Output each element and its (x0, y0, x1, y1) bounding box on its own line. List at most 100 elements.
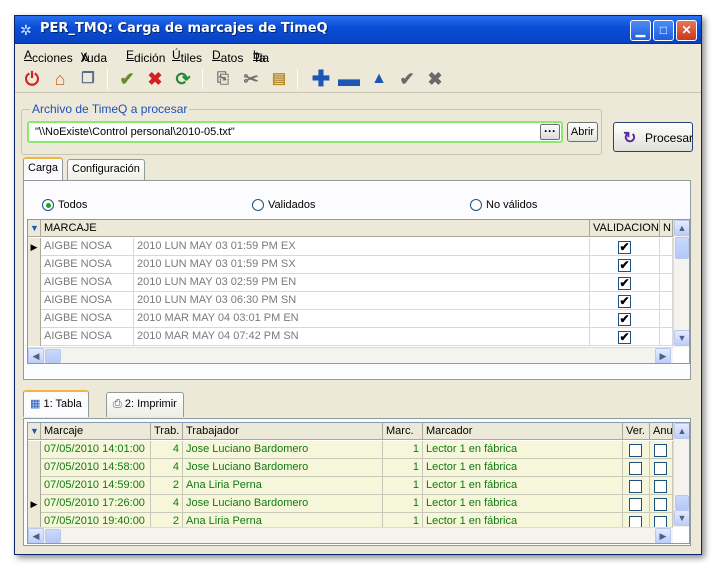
header-trab[interactable]: Trab. (151, 423, 183, 440)
row-indicator[interactable] (28, 477, 41, 495)
sort-indicator-icon[interactable]: ▼ (28, 423, 41, 440)
header-ver[interactable]: Ver. (623, 423, 650, 440)
menu-datos[interactable]: Datos (212, 48, 243, 65)
row-indicator[interactable] (28, 292, 41, 310)
procesar-button[interactable]: ↻ Procesar (613, 122, 693, 152)
cancel-icon[interactable]: ✖ (423, 67, 447, 91)
scroll-up-icon[interactable]: ▲ (674, 220, 689, 236)
printer-icon: ⎙ (113, 398, 122, 410)
validacion-checkbox[interactable]: ✔ (618, 331, 631, 344)
grid2-horizontal-scrollbar[interactable]: ◀ ▶ (28, 527, 673, 543)
table-row[interactable]: 07/05/2010 14:01:00 4 Jose Luciano Bardome… (28, 441, 673, 459)
hscroll-thumb[interactable] (45, 529, 61, 543)
table-row[interactable]: 07/05/2010 14:59:00 2 Ana Liria Perna 1 Lect… (28, 477, 673, 495)
minimize-button[interactable]: ▁ (630, 20, 651, 41)
header-marcaje2[interactable]: Marcaje (41, 423, 151, 440)
scroll-up-icon[interactable]: ▲ (674, 423, 689, 439)
table-row[interactable]: ▶ AIGBE NOSA 2010 LUN MAY 03 01:59 PM EX ✔ (28, 238, 673, 256)
tab-configuracion[interactable]: Configuración (67, 159, 145, 181)
validacion-checkbox[interactable]: ✔ (618, 277, 631, 290)
header-marcador[interactable]: Marcador (423, 423, 623, 440)
radio-validados[interactable]: Validados (252, 199, 316, 211)
anu-checkbox[interactable] (654, 480, 667, 493)
maximize-button[interactable]: □ (653, 20, 674, 41)
carga-panel: Todos Validados No válidos ▼ MARCAJE VAL… (23, 180, 691, 380)
scroll-left-icon[interactable]: ◀ (28, 348, 44, 363)
menu-ayuda[interactable]: Ay uda (81, 48, 107, 65)
menu-edicion[interactable]: Edición (126, 48, 165, 65)
grid2-vertical-scrollbar[interactable]: ▲ ▼ (673, 423, 689, 527)
add-icon[interactable]: ✚ (309, 67, 333, 91)
scroll-left-icon[interactable]: ◀ (28, 528, 44, 543)
tab-imprimir[interactable]: ⎙ 2: Imprimir (106, 392, 184, 417)
up-icon[interactable]: ▲ (367, 67, 391, 91)
row-indicator[interactable] (28, 459, 41, 477)
anu-checkbox[interactable] (654, 462, 667, 475)
table-row[interactable]: 07/05/2010 14:58:00 4 Jose Luciano Bardome… (28, 459, 673, 477)
grid1-vertical-scrollbar[interactable]: ▲ ▼ (673, 220, 689, 347)
sort-indicator-icon[interactable]: ▼ (28, 220, 41, 237)
menu-utiles[interactable]: Útiles (172, 48, 202, 65)
validacion-checkbox[interactable]: ✔ (618, 241, 631, 254)
grid1-horizontal-scrollbar[interactable]: ◀ ▶ (28, 347, 673, 363)
ver-checkbox[interactable] (629, 444, 642, 457)
menu-acciones[interactable]: Acciones (24, 48, 73, 65)
paste-icon[interactable]: ▤ (267, 67, 291, 91)
home-icon[interactable]: ⌂ (48, 67, 72, 91)
title-bar[interactable]: ✲ PER_TMQ: Carga de marcajes de TimeQ ▁ … (15, 16, 701, 44)
ver-checkbox[interactable] (629, 480, 642, 493)
abrir-button[interactable]: Abrir (567, 122, 598, 142)
row-indicator[interactable] (28, 274, 41, 292)
file-path-input[interactable]: "\\NoExiste\Control personal\2010-05.txt… (27, 121, 563, 143)
table-row[interactable]: AIGBE NOSA 2010 MAR MAY 04 07:42 PM SN ✔ (28, 328, 673, 346)
scroll-thumb[interactable] (675, 495, 689, 510)
radio-no-validos[interactable]: No válidos (470, 199, 537, 211)
cut-icon[interactable]: ✂ (239, 67, 263, 91)
header-trabajador[interactable]: Trabajador (183, 423, 383, 440)
header-anu[interactable]: Anu (650, 423, 673, 440)
row-indicator[interactable] (28, 328, 41, 346)
header-marcaje[interactable]: MARCAJE (41, 220, 590, 237)
scroll-thumb[interactable] (675, 237, 689, 259)
header-marc[interactable]: Marc. (383, 423, 423, 440)
menu-tabla[interactable]: Ta b la (253, 48, 269, 65)
header-n[interactable]: N (660, 220, 673, 237)
table-row[interactable]: ▶ 07/05/2010 17:26:00 4 Jose Luciano Bardom… (28, 495, 673, 513)
scroll-right-icon[interactable]: ▶ (655, 348, 671, 363)
table-row[interactable]: AIGBE NOSA 2010 MAR MAY 04 03:01 PM EN ✔ (28, 310, 673, 328)
row-indicator[interactable] (28, 256, 41, 274)
refresh-icon[interactable]: ⟳ (171, 67, 195, 91)
accept-icon[interactable]: ✔ (395, 67, 419, 91)
validacion-checkbox[interactable]: ✔ (618, 295, 631, 308)
reject-all-icon[interactable]: ✖ (143, 67, 167, 91)
table-row[interactable]: AIGBE NOSA 2010 LUN MAY 03 02:59 PM EN ✔ (28, 274, 673, 292)
radio-todos[interactable]: Todos (42, 199, 87, 211)
validacion-checkbox[interactable]: ✔ (618, 259, 631, 272)
tab-carga[interactable]: Carga (23, 157, 63, 181)
tab-tabla[interactable]: ▦ 1: Tabla (23, 390, 89, 417)
validacion-checkbox[interactable]: ✔ (618, 313, 631, 326)
approve-all-icon[interactable]: ✔ (115, 67, 139, 91)
hscroll-thumb[interactable] (45, 349, 61, 363)
copy-icon[interactable]: ⎘ (211, 67, 235, 91)
scroll-down-icon[interactable]: ▼ (674, 510, 689, 526)
row-indicator[interactable]: ▶ (28, 495, 41, 513)
close-button[interactable]: ✕ (676, 20, 697, 41)
ver-checkbox[interactable] (629, 498, 642, 511)
anu-checkbox[interactable] (654, 444, 667, 457)
row-indicator[interactable] (28, 441, 41, 459)
browse-ellipsis-button[interactable]: ··· (540, 124, 560, 140)
anu-checkbox[interactable] (654, 498, 667, 511)
row-indicator[interactable] (28, 310, 41, 328)
header-validacion[interactable]: VALIDACION (590, 220, 660, 237)
scroll-right-icon[interactable]: ▶ (655, 528, 671, 543)
row-indicator[interactable]: ▶ (28, 238, 41, 256)
table-row[interactable]: AIGBE NOSA 2010 LUN MAY 03 01:59 PM SX ✔ (28, 256, 673, 274)
main-window: ✲ PER_TMQ: Carga de marcajes de TimeQ ▁ … (14, 15, 702, 555)
windows-icon[interactable]: ❐ (76, 67, 100, 91)
power-icon[interactable]: ⏻ (20, 67, 44, 91)
scroll-down-icon[interactable]: ▼ (674, 330, 689, 346)
ver-checkbox[interactable] (629, 462, 642, 475)
remove-icon[interactable]: ▬ (337, 67, 361, 91)
table-row[interactable]: AIGBE NOSA 2010 LUN MAY 03 06:30 PM SN ✔ (28, 292, 673, 310)
